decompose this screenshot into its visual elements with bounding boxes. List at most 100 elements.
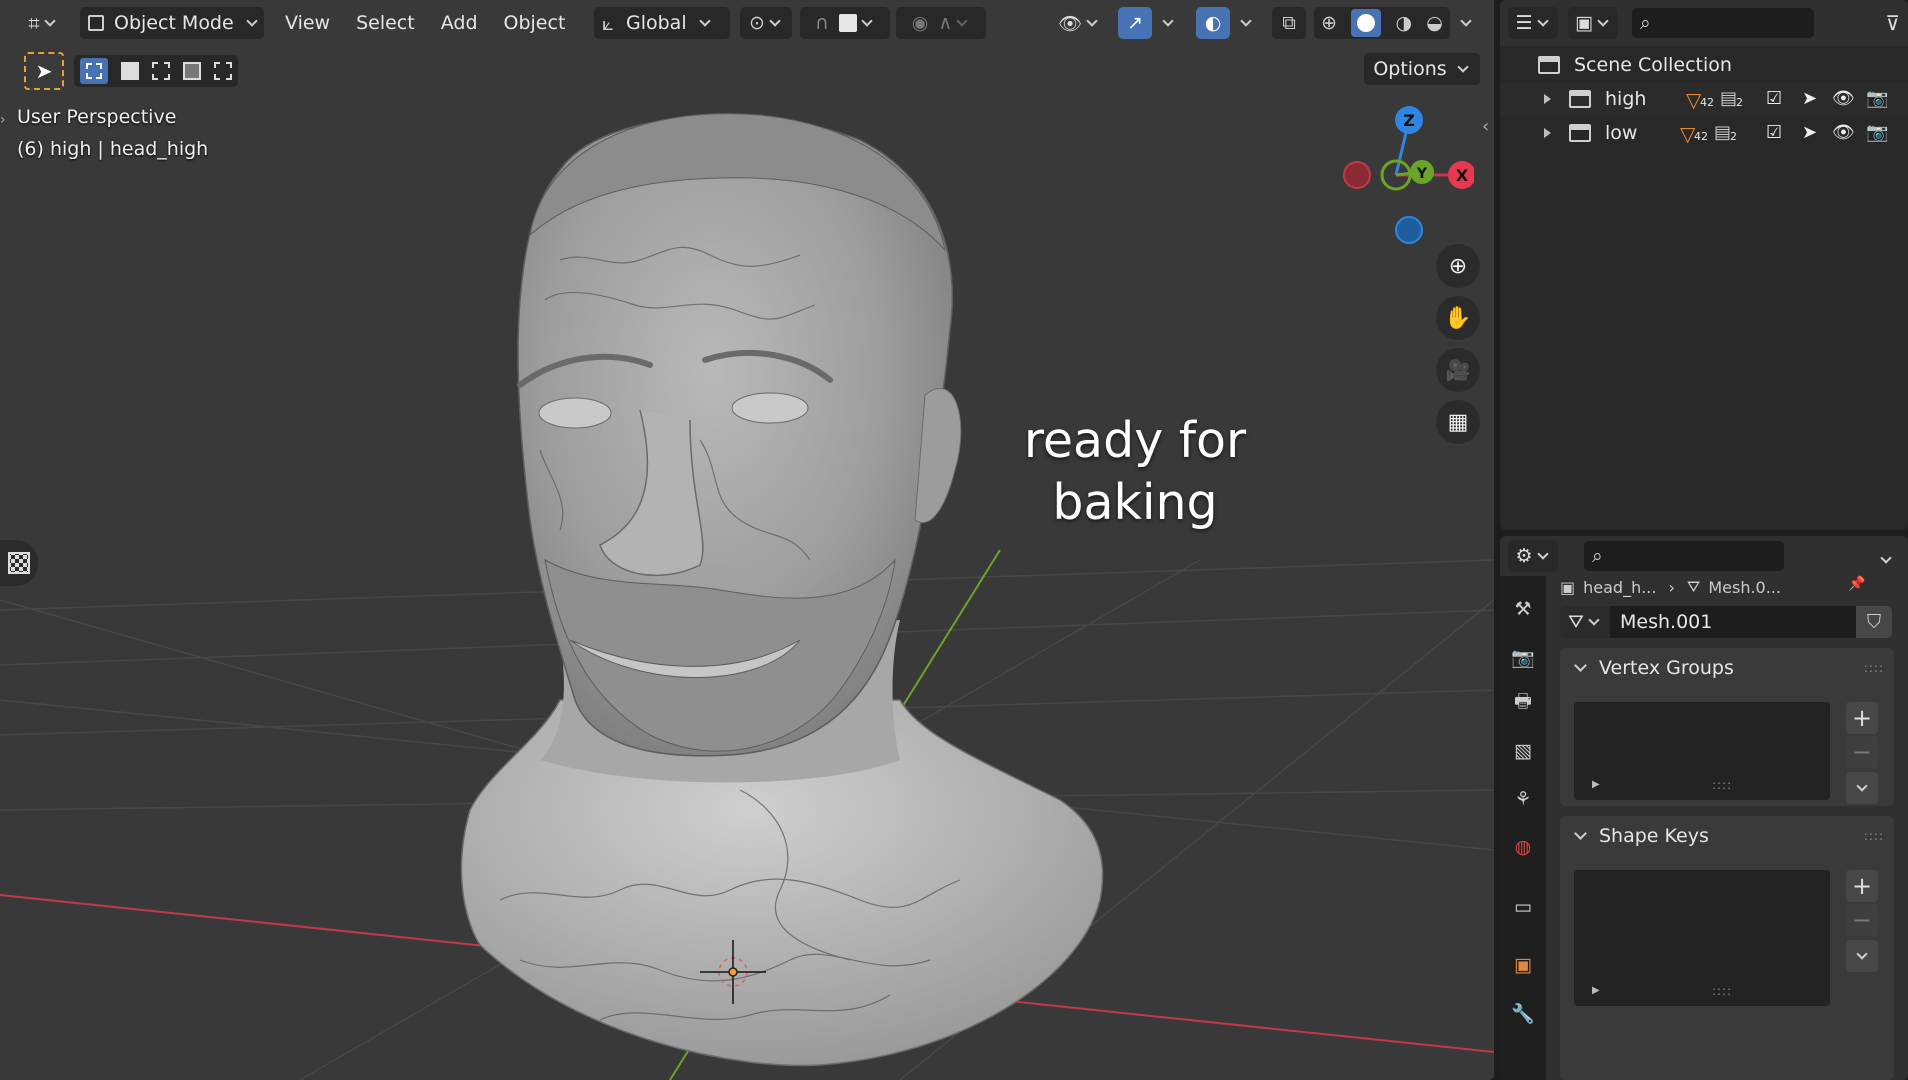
snapping-button[interactable]: ∩ xyxy=(800,7,890,39)
overlays-toggle-button[interactable]: ◐ xyxy=(1196,7,1230,39)
fake-user-button[interactable]: ⛉ xyxy=(1856,606,1892,638)
object-icon: ▣ xyxy=(1514,954,1532,976)
shield-icon: ⛉ xyxy=(1866,611,1882,633)
select-tool-button[interactable]: ➤ xyxy=(24,52,64,90)
render-camera-icon[interactable]: 📷 xyxy=(1866,88,1888,109)
editor-type-button[interactable]: ⌗ xyxy=(20,7,66,39)
collection-row-low[interactable]: low ▽ 42 ▤ 2 ☑ ➤ 👁 📷 xyxy=(1500,116,1908,150)
collection-name: high xyxy=(1605,88,1647,110)
toolbar-expand-arrow[interactable]: › xyxy=(0,112,12,134)
add-vertex-group-button[interactable]: + xyxy=(1846,702,1878,734)
exclude-checkbox-icon[interactable]: ☑ xyxy=(1766,88,1782,109)
outliner-search-input[interactable]: ⌕ xyxy=(1632,8,1814,38)
expand-arrow-icon[interactable] xyxy=(1544,94,1551,104)
viewport-scene[interactable] xyxy=(0,0,1494,1080)
proportional-editing-button[interactable]: ◉ ∧ xyxy=(896,7,986,39)
selectable-arrow-icon[interactable]: ➤ xyxy=(1802,88,1817,109)
mesh-name-field[interactable]: Mesh.001 xyxy=(1610,606,1856,638)
shape-keys-list[interactable]: ▶ :::: xyxy=(1574,870,1830,1006)
properties-editor-type-button[interactable]: ⚙ xyxy=(1508,540,1558,572)
vertex-group-specials-button[interactable] xyxy=(1846,772,1878,804)
drag-handle-icon[interactable]: :::: xyxy=(1864,829,1884,843)
list-resize-grip[interactable]: :::: xyxy=(1712,984,1732,998)
select-invert-icon[interactable] xyxy=(182,62,201,80)
mode-dropdown[interactable]: Object Mode xyxy=(80,7,264,39)
shape-key-specials-button[interactable] xyxy=(1846,940,1878,972)
scene-collection-row[interactable]: Scene Collection xyxy=(1500,48,1908,82)
visibility-eye-icon[interactable]: 👁 xyxy=(1832,122,1855,143)
material-shading-icon[interactable]: ◑ xyxy=(1395,12,1412,34)
options-dropdown[interactable]: Options xyxy=(1364,53,1480,85)
tab-render[interactable]: 📷 xyxy=(1508,642,1538,672)
breadcrumb-object: head_h... xyxy=(1583,577,1657,597)
remove-shape-key-button[interactable]: − xyxy=(1846,904,1878,936)
shading-dropdown[interactable] xyxy=(1450,7,1480,39)
gizmo-dropdown[interactable] xyxy=(1152,7,1182,39)
list-resize-grip[interactable]: :::: xyxy=(1712,778,1732,792)
remove-vertex-group-button[interactable]: − xyxy=(1846,736,1878,768)
select-intersect-icon[interactable] xyxy=(213,62,232,80)
solid-shading-icon[interactable] xyxy=(1351,9,1382,37)
expand-arrow-icon[interactable] xyxy=(1544,128,1551,138)
render-disabled-icon[interactable]: 📷 xyxy=(1866,122,1888,143)
cursor-arrow-icon: ➤ xyxy=(35,59,53,83)
navigation-gizmo[interactable]: Z Y X xyxy=(1334,100,1474,250)
list-expand-icon[interactable]: ▶ xyxy=(1592,985,1600,996)
grid-perspective-icon: ▦ xyxy=(1447,409,1469,435)
zoom-button[interactable]: ⊕ xyxy=(1436,244,1480,288)
tab-output[interactable]: 🖶 xyxy=(1508,688,1538,718)
tab-view-layer[interactable]: ▧ xyxy=(1508,736,1538,766)
tab-world[interactable]: ◍ xyxy=(1508,832,1538,862)
neg-x-axis-bubble xyxy=(1343,161,1371,189)
shape-keys-header[interactable]: Shape Keys :::: xyxy=(1560,816,1894,856)
tab-collection[interactable]: ▭ xyxy=(1508,892,1538,922)
properties-options-dropdown[interactable] xyxy=(1876,545,1894,567)
visibility-button[interactable]: 👁 xyxy=(1054,7,1104,39)
camera-view-button[interactable]: 🎥 xyxy=(1436,348,1480,392)
filter-icon[interactable]: ⊽ xyxy=(1885,11,1900,35)
list-expand-icon[interactable]: ▶ xyxy=(1592,779,1600,790)
perspective-toggle-button[interactable]: ▦ xyxy=(1436,400,1480,444)
tab-scene[interactable]: ⚘ xyxy=(1508,784,1538,814)
gizmo-toggle-button[interactable]: ↗ xyxy=(1118,7,1152,39)
tab-modifiers[interactable]: 🔧 xyxy=(1508,998,1538,1028)
rendered-shading-icon[interactable]: ◒ xyxy=(1426,12,1443,34)
snap-target-icon xyxy=(838,14,857,32)
select-subtract-icon[interactable] xyxy=(151,62,170,80)
pivot-point-button[interactable]: ⊙ xyxy=(740,7,792,39)
properties-search-input[interactable]: ⌕ xyxy=(1584,541,1784,571)
magnet-icon: ∩ xyxy=(815,12,829,34)
xray-toggle-button[interactable]: ⧉ xyxy=(1272,7,1306,39)
pin-icon[interactable]: 📌 xyxy=(1848,576,1865,592)
vertex-groups-list[interactable]: ▶ :::: xyxy=(1574,702,1830,800)
collection-name: low xyxy=(1605,122,1638,144)
outliner-editor-type-button[interactable]: ☰ xyxy=(1508,7,1558,39)
display-mode-button[interactable]: ▣ xyxy=(1568,7,1618,39)
scene-icon: ⚘ xyxy=(1514,788,1532,810)
neg-z-axis-bubble xyxy=(1395,216,1423,244)
exclude-checkbox-icon[interactable]: ☑ xyxy=(1766,122,1782,143)
sidebar-toggle-arrow[interactable]: ‹ xyxy=(1482,116,1489,137)
menu-add[interactable]: Add xyxy=(428,12,491,34)
select-extend-icon[interactable] xyxy=(121,62,140,80)
tab-tool[interactable]: ⚒ xyxy=(1508,594,1538,624)
mesh-browse-button[interactable]: ⛛ xyxy=(1560,606,1610,638)
tab-object[interactable]: ▣ xyxy=(1508,950,1538,980)
collapse-chevron-icon xyxy=(1574,827,1587,840)
collection-row-high[interactable]: high ▽ 42 ▤ 2 ☑ ➤ 👁 📷 xyxy=(1500,82,1908,116)
drag-handle-icon[interactable]: :::: xyxy=(1864,661,1884,675)
3d-viewport[interactable]: ⌗ Object Mode View Select Add Object ⟀ G… xyxy=(0,0,1494,1080)
pan-button[interactable]: ✋ xyxy=(1436,296,1480,340)
visibility-eye-icon[interactable]: 👁 xyxy=(1832,88,1855,109)
transform-orientation-dropdown[interactable]: ⟀ Global xyxy=(594,7,730,39)
selectable-arrow-icon[interactable]: ➤ xyxy=(1802,122,1817,143)
vertex-groups-header[interactable]: Vertex Groups :::: xyxy=(1560,648,1894,688)
hand-icon: ✋ xyxy=(1444,305,1472,331)
menu-object[interactable]: Object xyxy=(491,12,579,34)
overlays-dropdown[interactable] xyxy=(1230,7,1260,39)
menu-select[interactable]: Select xyxy=(343,12,428,34)
menu-view[interactable]: View xyxy=(272,12,343,34)
add-shape-key-button[interactable]: + xyxy=(1846,870,1878,902)
wireframe-shading-icon[interactable]: ⊕ xyxy=(1321,12,1337,34)
select-new-icon[interactable] xyxy=(80,58,109,84)
